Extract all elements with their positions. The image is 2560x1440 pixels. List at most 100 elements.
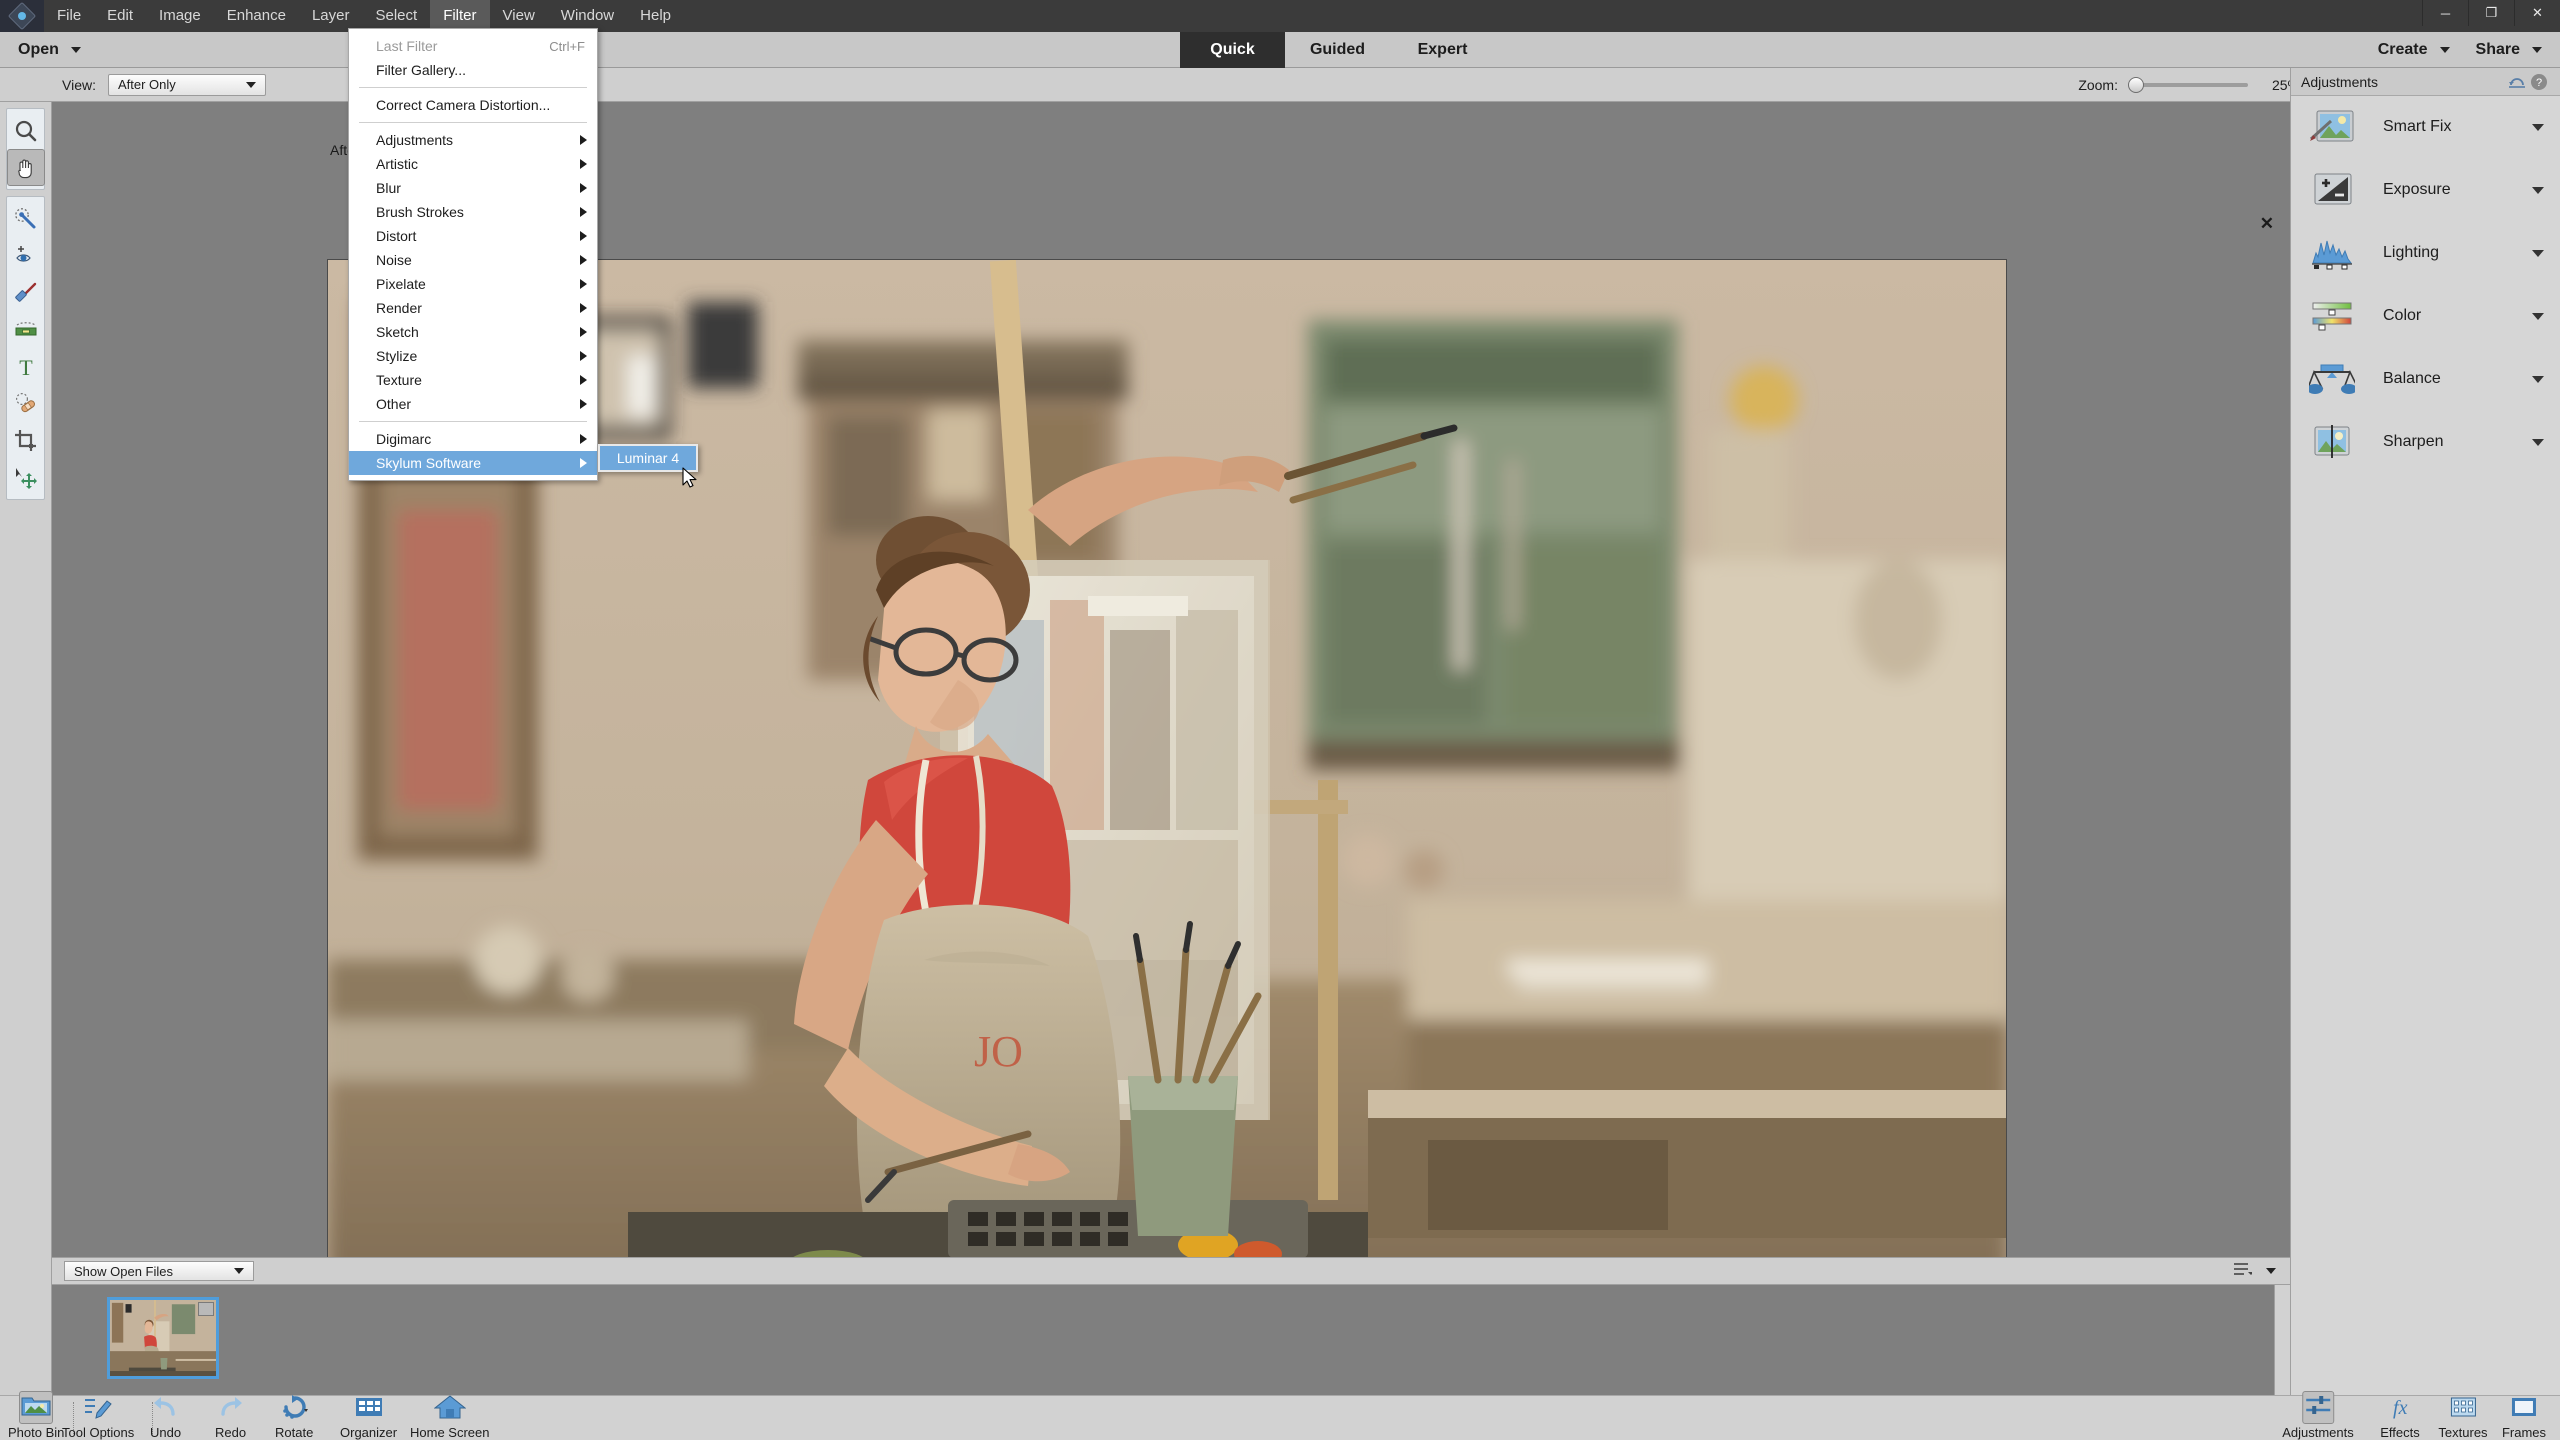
taskbar-label: Effects [2380, 1425, 2420, 1440]
submenu-arrow-icon [580, 351, 587, 361]
zoom-slider-knob[interactable] [2128, 76, 2144, 93]
filter-menu-item-artistic[interactable]: Artistic [349, 152, 597, 176]
filter-menu-item-other[interactable]: Other [349, 392, 597, 416]
whiten-teeth-tool[interactable] [7, 274, 45, 311]
lighting-histogram-icon [2303, 235, 2361, 271]
view-mode-select[interactable]: After Only [107, 73, 266, 96]
view-label: View: [62, 76, 96, 93]
taskbar-rotate[interactable]: Rotate [275, 1395, 313, 1440]
menu-item-label: Skylum Software [376, 455, 482, 471]
filter-menu-item-noise[interactable]: Noise [349, 248, 597, 272]
submenu-arrow-icon [580, 135, 587, 145]
filter-menu-dropdown[interactable]: Last Filter Ctrl+F Filter Gallery... Correc… [348, 28, 598, 481]
filter-menu-item-render[interactable]: Render [349, 296, 597, 320]
filter-menu-item-correct-camera-distortion[interactable]: Correct Camera Distortion... [349, 93, 597, 117]
quick-selection-tool[interactable] [7, 200, 45, 237]
taskbar-frames[interactable]: Frames [2502, 1398, 2546, 1440]
redo-arrow-icon [216, 1397, 246, 1424]
filter-menu-item-blur[interactable]: Blur [349, 176, 597, 200]
chevron-down-icon[interactable] [2532, 186, 2544, 194]
taskbar-textures[interactable]: Textures [2438, 1397, 2488, 1440]
filter-menu-item-adjustments[interactable]: Adjustments [349, 128, 597, 152]
close-photo-icon[interactable]: ✕ [2260, 214, 2274, 234]
taskbar-effects[interactable]: fx Effects [2380, 1397, 2420, 1440]
adjustment-row-smart-fix[interactable]: Smart Fix [2291, 96, 2560, 159]
create-button[interactable]: Create [2378, 41, 2450, 59]
filter-menu-item-skylum-software[interactable]: Skylum Software [349, 451, 597, 475]
crop-tool[interactable] [7, 422, 45, 459]
spot-healing-brush-tool[interactable] [7, 385, 45, 422]
type-tool[interactable]: T [7, 348, 45, 385]
tool-group-edit: T [6, 196, 45, 500]
hand-tool[interactable] [7, 149, 45, 186]
chevron-down-icon[interactable] [2266, 1268, 2276, 1274]
zoom-tool[interactable] [7, 112, 45, 149]
taskbar-tool-options[interactable]: Tool Options [62, 1398, 134, 1440]
filter-menu-item-pixelate[interactable]: Pixelate [349, 272, 597, 296]
photo-bin-scrollbar[interactable] [2274, 1285, 2290, 1395]
filter-menu-item-stylize[interactable]: Stylize [349, 344, 597, 368]
taskbar-adjustments[interactable]: Adjustments [2282, 1391, 2354, 1440]
adjustment-row-lighting[interactable]: Lighting [2291, 222, 2560, 285]
menu-item-label: Distort [376, 228, 417, 244]
adjustment-row-exposure[interactable]: Exposure [2291, 159, 2560, 222]
move-tool[interactable] [7, 459, 45, 496]
open-button[interactable]: Open [18, 41, 81, 59]
chevron-down-icon[interactable] [2532, 312, 2544, 320]
menu-file[interactable]: File [44, 0, 94, 32]
adjustment-row-color[interactable]: Color [2291, 285, 2560, 348]
photo-bin-thumbnail[interactable] [107, 1297, 219, 1379]
submenu-arrow-icon [580, 434, 587, 444]
smart-fix-icon [2303, 109, 2361, 145]
chevron-down-icon [70, 46, 81, 53]
adjustment-row-balance[interactable]: Balance [2291, 348, 2560, 411]
help-icon[interactable]: ? [2528, 72, 2550, 92]
menu-help[interactable]: Help [627, 0, 684, 32]
photo-bin-filter-value: Show Open Files [74, 1263, 173, 1279]
share-button[interactable]: Share [2476, 41, 2542, 59]
chevron-down-icon[interactable] [2532, 375, 2544, 383]
menu-item-label: Adjustments [376, 132, 454, 148]
tab-guided[interactable]: Guided [1285, 32, 1390, 68]
zoom-slider[interactable] [2128, 76, 2248, 93]
straighten-tool[interactable] [7, 311, 45, 348]
chevron-down-icon[interactable] [2532, 438, 2544, 446]
close-button[interactable]: ✕ [2514, 0, 2560, 26]
chevron-down-icon[interactable] [2532, 249, 2544, 257]
submenu-arrow-icon [580, 375, 587, 385]
menu-item-label: Other [376, 396, 412, 412]
reset-icon[interactable] [2506, 72, 2528, 92]
taskbar-label: Home Screen [410, 1425, 490, 1440]
menu-edit[interactable]: Edit [94, 0, 146, 32]
zoom-label: Zoom: [2078, 76, 2118, 93]
filter-menu-item-brush-strokes[interactable]: Brush Strokes [349, 200, 597, 224]
bin-list-icon[interactable] [2234, 1262, 2254, 1281]
taskbar-undo[interactable]: Undo [150, 1397, 181, 1440]
menu-item-label: Filter Gallery... [376, 62, 466, 78]
red-eye-removal-tool[interactable] [7, 237, 45, 274]
menu-separator [359, 87, 587, 88]
chevron-down-icon[interactable] [2532, 123, 2544, 131]
photo-bin-filter-select[interactable]: Show Open Files [64, 1261, 254, 1281]
minimize-button[interactable]: ─ [2422, 0, 2468, 26]
filter-menu-item-texture[interactable]: Texture [349, 368, 597, 392]
restore-button[interactable]: ❐ [2468, 0, 2514, 26]
filter-menu-item-sketch[interactable]: Sketch [349, 320, 597, 344]
filter-menu-item-filter-gallery[interactable]: Filter Gallery... [349, 58, 597, 82]
taskbar-label: Adjustments [2282, 1425, 2354, 1440]
menu-image[interactable]: Image [146, 0, 214, 32]
taskbar-photo-bin[interactable]: Photo Bin [8, 1391, 64, 1440]
filter-menu-item-distort[interactable]: Distort [349, 224, 597, 248]
adjustment-row-sharpen[interactable]: Sharpen [2291, 411, 2560, 474]
filter-menu-item-digimarc[interactable]: Digimarc [349, 427, 597, 451]
tab-quick[interactable]: Quick [1180, 32, 1285, 68]
taskbar-home-screen[interactable]: Home Screen [410, 1395, 490, 1440]
tab-expert[interactable]: Expert [1390, 32, 1495, 68]
taskbar-organizer[interactable]: Organizer [340, 1398, 397, 1440]
menu-enhance[interactable]: Enhance [214, 0, 299, 32]
taskbar-redo[interactable]: Redo [215, 1397, 246, 1440]
submenu-arrow-icon [580, 159, 587, 169]
taskbar-label: Textures [2438, 1425, 2488, 1440]
submenu-arrow-icon [580, 303, 587, 313]
panel-title: Adjustments [2301, 73, 2379, 90]
